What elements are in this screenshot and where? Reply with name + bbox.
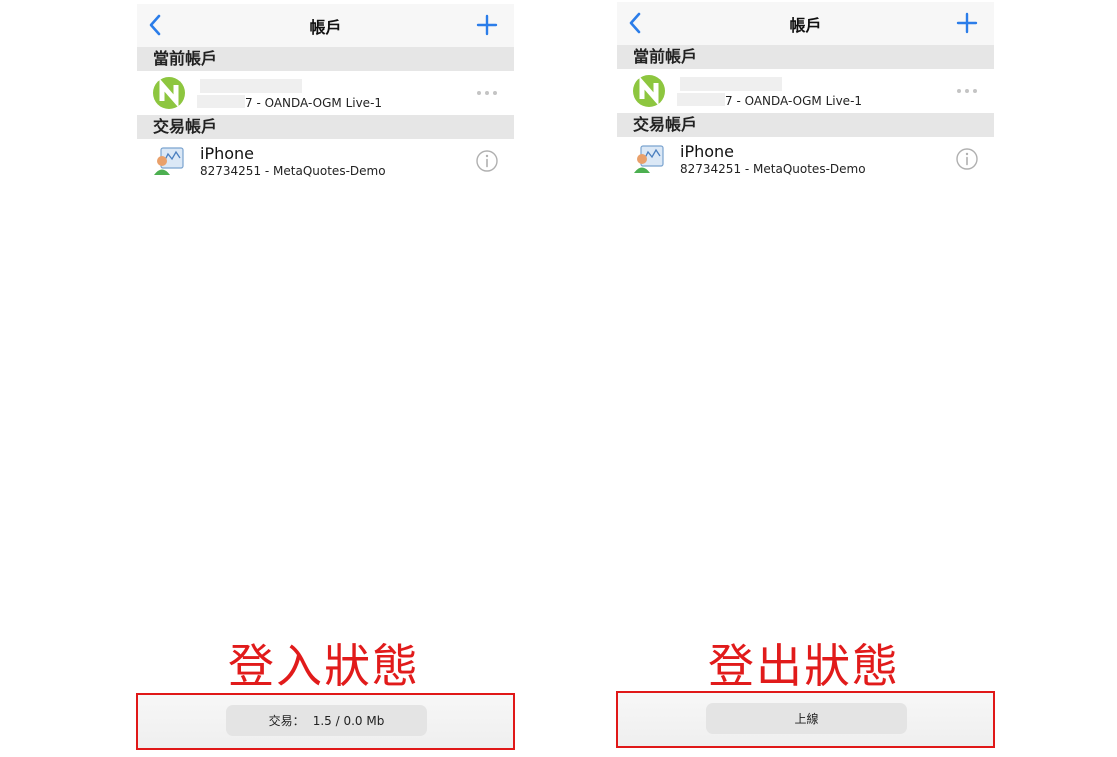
- trading-account-row[interactable]: iPhone 82734251 - MetaQuotes-Demo: [137, 139, 514, 183]
- trading-account-detail: 82734251 - MetaQuotes-Demo: [200, 164, 386, 178]
- current-account-detail: 7 - OANDA-OGM Live-1: [725, 94, 863, 108]
- plus-icon: [476, 14, 498, 36]
- status-bar-highlight: 交易： 1.5 / 0.0 Mb: [136, 693, 515, 750]
- connect-button[interactable]: 上線: [706, 703, 907, 734]
- trading-account-name: iPhone: [680, 142, 735, 161]
- trading-account-name: iPhone: [200, 144, 255, 163]
- status-bar: 交易： 1.5 / 0.0 Mb: [138, 695, 513, 748]
- current-account-detail: 7 - OANDA-OGM Live-1: [245, 96, 383, 110]
- user-account-icon: [632, 142, 666, 176]
- traffic-value: 1.5 / 0.0 Mb: [312, 713, 385, 728]
- user-account-icon: [152, 144, 186, 178]
- info-icon: [956, 148, 978, 170]
- more-dots-icon: [477, 91, 497, 95]
- page-title: 帳戶: [309, 18, 342, 37]
- more-dots-icon: [957, 89, 977, 93]
- navigation-bar: 帳戶: [137, 4, 514, 47]
- redacted-account-name: [200, 79, 302, 93]
- accounts-screen-logged-out: 帳戶 當前帳戶 7 - OANDA-OGM Live-1 交易帳戶 iPhone…: [617, 2, 994, 182]
- traffic-status-pill: 交易： 1.5 / 0.0 Mb: [226, 705, 427, 736]
- status-bar-highlight: 上線: [616, 691, 995, 748]
- redacted-account-number: [197, 95, 245, 108]
- more-button[interactable]: [954, 80, 980, 102]
- accounts-screen-logged-in: 帳戶 當前帳戶 7 - OANDA-OGM Live-1 交易帳戶 iPhone…: [137, 4, 514, 184]
- logged-in-state-label: 登入狀態: [228, 639, 420, 693]
- more-button[interactable]: [474, 82, 500, 104]
- current-account-row[interactable]: 7 - OANDA-OGM Live-1: [137, 71, 514, 115]
- redacted-account-number: [677, 93, 725, 106]
- trading-account-detail: 82734251 - MetaQuotes-Demo: [680, 162, 866, 176]
- add-account-button[interactable]: [474, 12, 500, 38]
- info-button[interactable]: [954, 148, 980, 170]
- plus-icon: [956, 12, 978, 34]
- add-account-button[interactable]: [954, 10, 980, 36]
- oanda-logo-icon: [152, 76, 186, 110]
- traffic-label: 交易：: [268, 714, 305, 728]
- status-bar: 上線: [618, 693, 993, 746]
- section-header-current: 當前帳戶: [137, 47, 514, 71]
- section-header-trading: 交易帳戶: [617, 113, 994, 137]
- section-header-current: 當前帳戶: [617, 45, 994, 69]
- info-button[interactable]: [474, 150, 500, 172]
- oanda-logo-icon: [632, 74, 666, 108]
- redacted-account-name: [680, 77, 782, 91]
- page-title: 帳戶: [789, 16, 822, 35]
- info-icon: [476, 150, 498, 172]
- navigation-bar: 帳戶: [617, 2, 994, 45]
- trading-account-row[interactable]: iPhone 82734251 - MetaQuotes-Demo: [617, 137, 994, 181]
- section-header-trading: 交易帳戶: [137, 115, 514, 139]
- current-account-row[interactable]: 7 - OANDA-OGM Live-1: [617, 69, 994, 113]
- logged-out-state-label: 登出狀態: [708, 639, 900, 693]
